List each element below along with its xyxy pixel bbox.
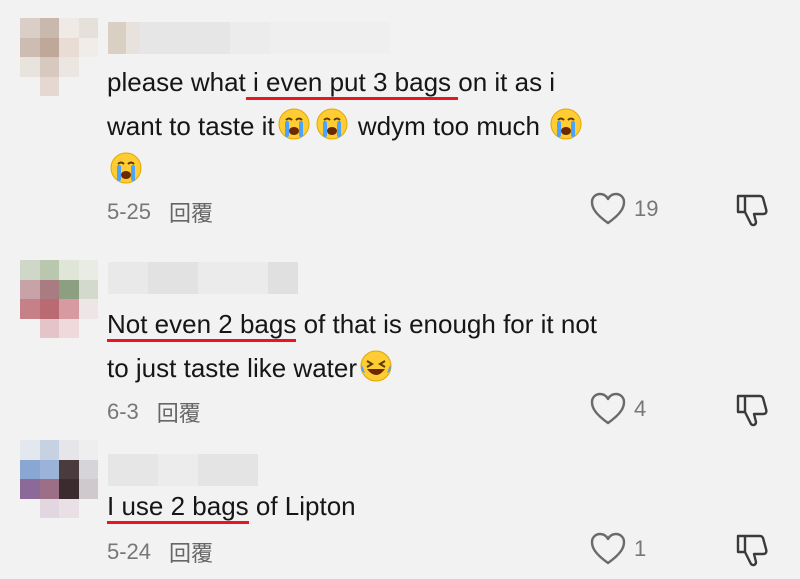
like-button[interactable]: 4 (590, 392, 646, 426)
underline-highlight: i even put 3 bags (245, 67, 459, 100)
comment-text: I use 2 bags of Lipton (107, 484, 690, 528)
like-count: 4 (634, 396, 647, 421)
crying-emoji (278, 108, 310, 140)
username-blurred[interactable] (108, 22, 390, 54)
comment-date: 5-24 (107, 539, 152, 564)
avatar[interactable] (20, 260, 98, 338)
reply-button[interactable]: 回覆 (169, 196, 213, 228)
reply-button[interactable]: 回覆 (169, 536, 213, 568)
like-count: 1 (634, 536, 647, 561)
crying-emoji (110, 152, 142, 184)
username-blurred[interactable] (108, 262, 298, 294)
heart-outline-icon (590, 192, 626, 225)
comment-meta: 5-25 回覆 (107, 196, 213, 228)
thumbs-down-icon[interactable] (735, 532, 769, 568)
avatar[interactable] (20, 18, 98, 96)
thumbs-down-icon[interactable] (735, 192, 769, 228)
comment-text: please what i even put 3 bags on it as i… (107, 60, 690, 192)
comment-date: 5-25 (107, 199, 152, 224)
avatar[interactable] (20, 440, 98, 518)
like-button[interactable]: 19 (590, 192, 658, 226)
heart-outline-icon (590, 532, 626, 565)
comment-meta: 6-3 回覆 (107, 396, 201, 428)
comment-date: 6-3 (107, 399, 139, 424)
thumbs-down-icon[interactable] (735, 392, 769, 428)
reply-button[interactable]: 回覆 (157, 396, 201, 428)
heart-outline-icon (590, 392, 626, 425)
comment-text: Not even 2 bags of that is enough for it… (107, 309, 597, 383)
laughing-tears-emoji (360, 350, 392, 382)
underline-highlight: I use 2 bags (107, 491, 249, 524)
like-count: 19 (634, 196, 659, 221)
like-button[interactable]: 1 (590, 532, 646, 566)
underline-highlight: Not even 2 bags (107, 309, 297, 342)
comment-meta: 5-24 回覆 (107, 536, 213, 568)
crying-emoji (316, 108, 348, 140)
crying-emoji (550, 108, 582, 140)
username-blurred[interactable] (108, 454, 258, 486)
